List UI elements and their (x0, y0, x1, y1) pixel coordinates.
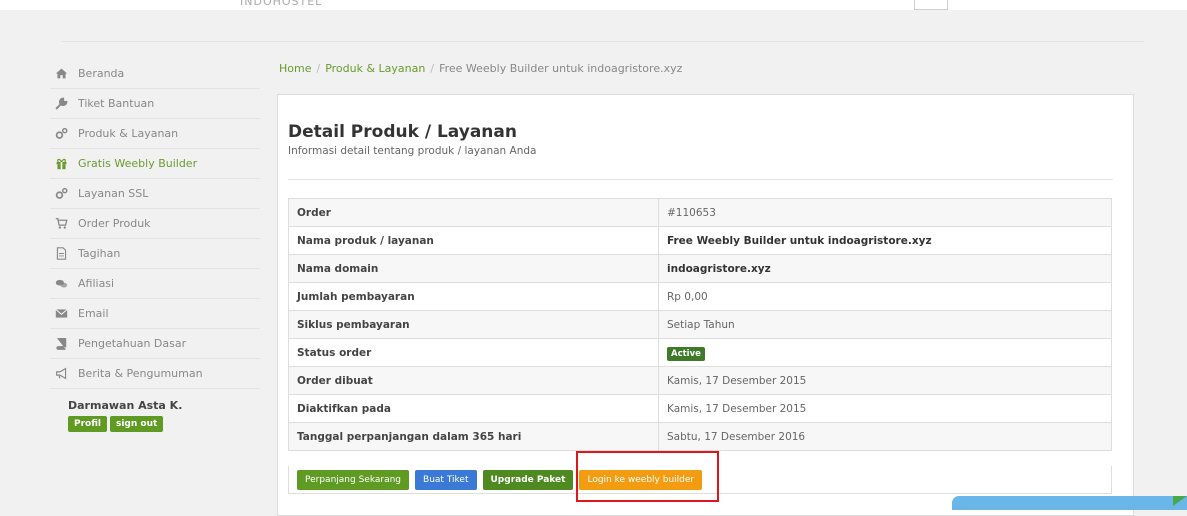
table-row: Siklus pembayaran Setiap Tahun (288, 310, 1112, 339)
status-cell: Active (658, 338, 1112, 367)
table-row: Nama domain indoagristore.xyz (288, 254, 1112, 283)
gift-icon (54, 157, 68, 171)
breadcrumb-home[interactable]: Home (279, 62, 311, 75)
chat-widget[interactable] (952, 496, 1187, 510)
row-label: Order (288, 198, 659, 227)
sidebar-item-order-produk[interactable]: Order Produk (50, 209, 260, 239)
breadcrumb-separator: / (316, 62, 321, 75)
product-name: Free Weebly Builder untuk indoagristore.… (658, 226, 1112, 255)
create-ticket-button[interactable]: Buat Tiket (415, 469, 477, 490)
billing-cycle: Setiap Tahun (658, 310, 1112, 339)
domain-name: indoagristore.xyz (658, 254, 1112, 283)
detail-table: Order #110653 Nama produk / layanan Free… (288, 198, 1112, 451)
sidebar-item-afiliasi[interactable]: Afiliasi (50, 269, 260, 299)
sidebar-item-email[interactable]: Email (50, 299, 260, 329)
breadcrumb: Home / Produk & Layanan / Free Weebly Builde… (279, 62, 682, 75)
home-icon (54, 67, 68, 81)
wrench-icon (54, 97, 68, 111)
breadcrumb-current: Free Weebly Builder untuk indoagristore.… (439, 62, 683, 75)
page-subtitle: Informasi detail tentang produk / layana… (288, 145, 537, 157)
header-divider (62, 41, 1144, 42)
activated-date: Kamis, 17 Desember 2015 (658, 394, 1112, 423)
bullhorn-icon (54, 367, 68, 381)
cogs-icon (54, 127, 68, 141)
table-row: Diaktifkan pada Kamis, 17 Desember 2015 (288, 394, 1112, 423)
row-label: Jumlah pembayaran (288, 282, 659, 311)
product-detail-panel: Detail Produk / Layanan Informasi detail… (277, 94, 1134, 516)
sidebar-item-layanan-ssl[interactable]: Layanan SSL (50, 179, 260, 209)
status-badge: Active (667, 346, 705, 361)
renewal-date: Sabtu, 17 Desember 2016 (658, 422, 1112, 451)
sidebar-item-label: Berita & Pengumuman (78, 367, 203, 380)
table-row: Order dibuat Kamis, 17 Desember 2015 (288, 366, 1112, 395)
envelope-icon (54, 307, 68, 321)
breadcrumb-separator: / (430, 62, 435, 75)
file-icon (54, 247, 68, 261)
row-label: Siklus pembayaran (288, 310, 659, 339)
row-label: Tanggal perpanjangan dalam 365 hari (288, 422, 659, 451)
cart-icon (54, 217, 68, 231)
profile-button[interactable]: Profil (68, 416, 107, 432)
sidebar-item-label: Afiliasi (78, 277, 115, 290)
table-row: Nama produk / layanan Free Weebly Builde… (288, 226, 1112, 255)
order-number: #110653 (658, 198, 1112, 227)
cogs-icon (54, 187, 68, 201)
sidebar-item-label: Layanan SSL (78, 187, 149, 200)
row-label: Diaktifkan pada (288, 394, 659, 423)
user-name: Darmawan Asta K. (68, 399, 183, 412)
sidebar-item-gratis-weebly-builder[interactable]: Gratis Weebly Builder (50, 149, 260, 179)
row-label: Order dibuat (288, 366, 659, 395)
sidebar-item-label: Beranda (78, 67, 125, 80)
row-label: Status order (288, 338, 659, 367)
sidebar-item-label: Produk & Layanan (78, 127, 179, 140)
site-logo[interactable]: INDOHOSTEL (240, 0, 335, 8)
table-row: Order #110653 (288, 198, 1112, 227)
sidebar-menu: Beranda Tiket Bantuan Produk & Layanan G… (50, 59, 260, 389)
book-icon (54, 337, 68, 351)
sign-out-button[interactable]: sign out (109, 416, 164, 432)
upgrade-package-button[interactable]: Upgrade Paket (482, 469, 574, 490)
page-title: Detail Produk / Layanan (288, 122, 517, 142)
sidebar-item-label: Tiket Bantuan (78, 97, 155, 110)
chat-widget-corner (1173, 496, 1187, 506)
breadcrumb-produk-layanan[interactable]: Produk & Layanan (325, 62, 425, 75)
table-row: Status order Active (288, 338, 1112, 367)
row-label: Nama produk / layanan (288, 226, 659, 255)
divider (288, 179, 1113, 180)
sidebar-item-label: Order Produk (78, 217, 151, 230)
row-label: Nama domain (288, 254, 659, 283)
renew-now-button[interactable]: Perpanjang Sekarang (297, 469, 410, 490)
order-created-date: Kamis, 17 Desember 2015 (658, 366, 1112, 395)
login-weebly-builder-button[interactable]: Login ke weebly builder (579, 469, 703, 490)
table-row: Jumlah pembayaran Rp 0,00 (288, 282, 1112, 311)
sidebar-item-tiket-bantuan[interactable]: Tiket Bantuan (50, 89, 260, 119)
action-bar: Perpanjang Sekarang Buat Tiket Upgrade P… (288, 466, 1112, 494)
sidebar-item-berita-pengumuman[interactable]: Berita & Pengumuman (50, 359, 260, 389)
sidebar-item-label: Gratis Weebly Builder (78, 157, 198, 170)
sidebar-item-label: Email (78, 307, 109, 320)
top-header-strip: INDOHOSTEL (0, 0, 1187, 10)
sidebar-item-label: Tagihan (78, 247, 121, 260)
sidebar-item-tagihan[interactable]: Tagihan (50, 239, 260, 269)
table-row: Tanggal perpanjangan dalam 365 hari Sabt… (288, 422, 1112, 451)
user-box: Darmawan Asta K. Profil sign out (68, 399, 182, 432)
sidebar-item-produk-layanan[interactable]: Produk & Layanan (50, 119, 260, 149)
sidebar-item-beranda[interactable]: Beranda (50, 59, 260, 89)
header-dropdown[interactable] (914, 0, 948, 10)
comments-icon (54, 277, 68, 291)
sidebar-item-label: Pengetahuan Dasar (78, 337, 187, 350)
payment-amount: Rp 0,00 (658, 282, 1112, 311)
sidebar-item-pengetahuan-dasar[interactable]: Pengetahuan Dasar (50, 329, 260, 359)
